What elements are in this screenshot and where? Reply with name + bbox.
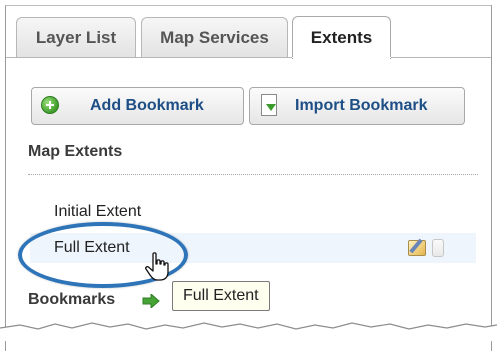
import-bookmark-label: Import Bookmark [295, 97, 428, 114]
add-icon [41, 96, 59, 114]
torn-edge [0, 322, 497, 341]
delete-icon[interactable] [432, 239, 444, 257]
hand-cursor-icon [145, 252, 169, 281]
tooltip: Full Extent [172, 281, 270, 311]
tab-extents[interactable]: Extents [292, 16, 391, 59]
add-bookmark-button[interactable]: Add Bookmark [31, 87, 244, 125]
extent-item-label: Initial Extent [54, 203, 142, 220]
tab-map-services[interactable]: Map Services [141, 17, 288, 57]
import-icon [261, 94, 277, 116]
tab-bar: Layer List Map Services Extents [6, 6, 491, 59]
bookmarks-title: Bookmarks [28, 291, 116, 308]
bookmark-arrow-icon [142, 294, 160, 308]
tab-divider [6, 57, 491, 58]
import-bookmark-button[interactable]: Import Bookmark [249, 87, 465, 125]
edit-icon[interactable] [408, 240, 426, 256]
tab-layer-list[interactable]: Layer List [16, 17, 136, 57]
section-divider [28, 174, 478, 175]
add-bookmark-label: Add Bookmark [90, 97, 204, 114]
map-extents-title: Map Extents [28, 143, 123, 160]
